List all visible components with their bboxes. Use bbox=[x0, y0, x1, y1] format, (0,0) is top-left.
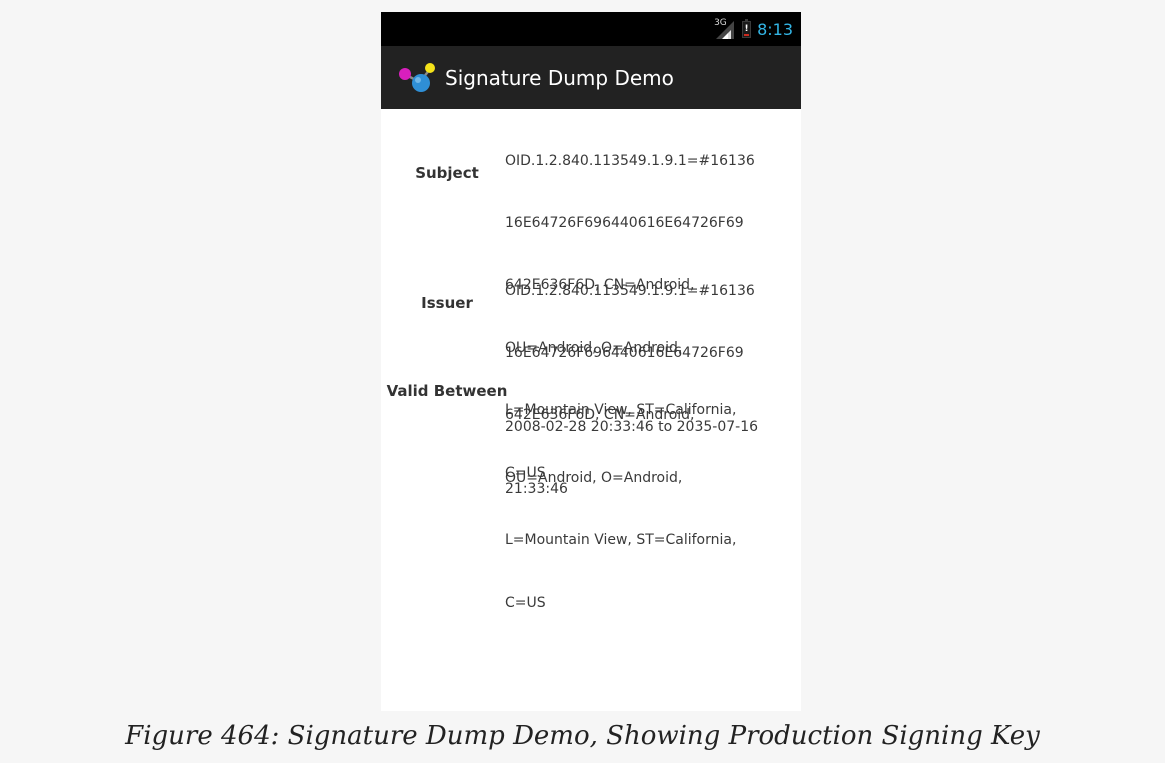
battery-icon: ! bbox=[742, 18, 752, 38]
subject-label: Subject bbox=[415, 164, 479, 182]
valid-between-row: Valid Between 2008-02-28 20:33:46 to 203… bbox=[381, 368, 801, 497]
signal-icon bbox=[716, 21, 735, 39]
status-bar: 3G ! 8:13 bbox=[381, 12, 801, 46]
battery-level-fill bbox=[744, 33, 750, 36]
action-bar: Signature Dump Demo bbox=[381, 46, 801, 109]
value-line: 16E64726F696440616E64726F69 bbox=[505, 214, 744, 231]
molecule-app-icon[interactable] bbox=[398, 58, 438, 98]
value-line: 16E64726F696440616E64726F69 bbox=[505, 344, 744, 361]
value-line: OID.1.2.840.113549.1.9.1=#16136 bbox=[505, 282, 755, 299]
issuer-label: Issuer bbox=[421, 294, 473, 312]
issuer-row: Issuer OID.1.2.840.113549.1.9.1=#16136 1… bbox=[381, 239, 801, 611]
valid-between-value: 2008-02-28 20:33:46 to 2035-07-16 21:33:… bbox=[505, 375, 801, 541]
value-line: C=US bbox=[505, 594, 546, 611]
battery-warning-mark: ! bbox=[744, 23, 749, 34]
subject-row: Subject OID.1.2.840.113549.1.9.1=#16136 … bbox=[381, 109, 801, 481]
phone-screen: 3G ! 8:13 Signature Dump Demo Subject OI… bbox=[381, 12, 801, 711]
status-clock: 8:13 bbox=[757, 19, 793, 39]
value-line: 21:33:46 bbox=[505, 480, 568, 497]
figure-caption: Figure 464: Signature Dump Demo, Showing… bbox=[125, 721, 1040, 751]
app-title: Signature Dump Demo bbox=[445, 65, 674, 90]
signal-indicator: 3G bbox=[714, 18, 736, 39]
value-line: 2008-02-28 20:33:46 to 2035-07-16 bbox=[505, 418, 759, 435]
value-line: OID.1.2.840.113549.1.9.1=#16136 bbox=[505, 152, 755, 169]
valid-between-label: Valid Between bbox=[386, 382, 508, 400]
status-icons: 3G ! 8:13 bbox=[714, 12, 793, 46]
